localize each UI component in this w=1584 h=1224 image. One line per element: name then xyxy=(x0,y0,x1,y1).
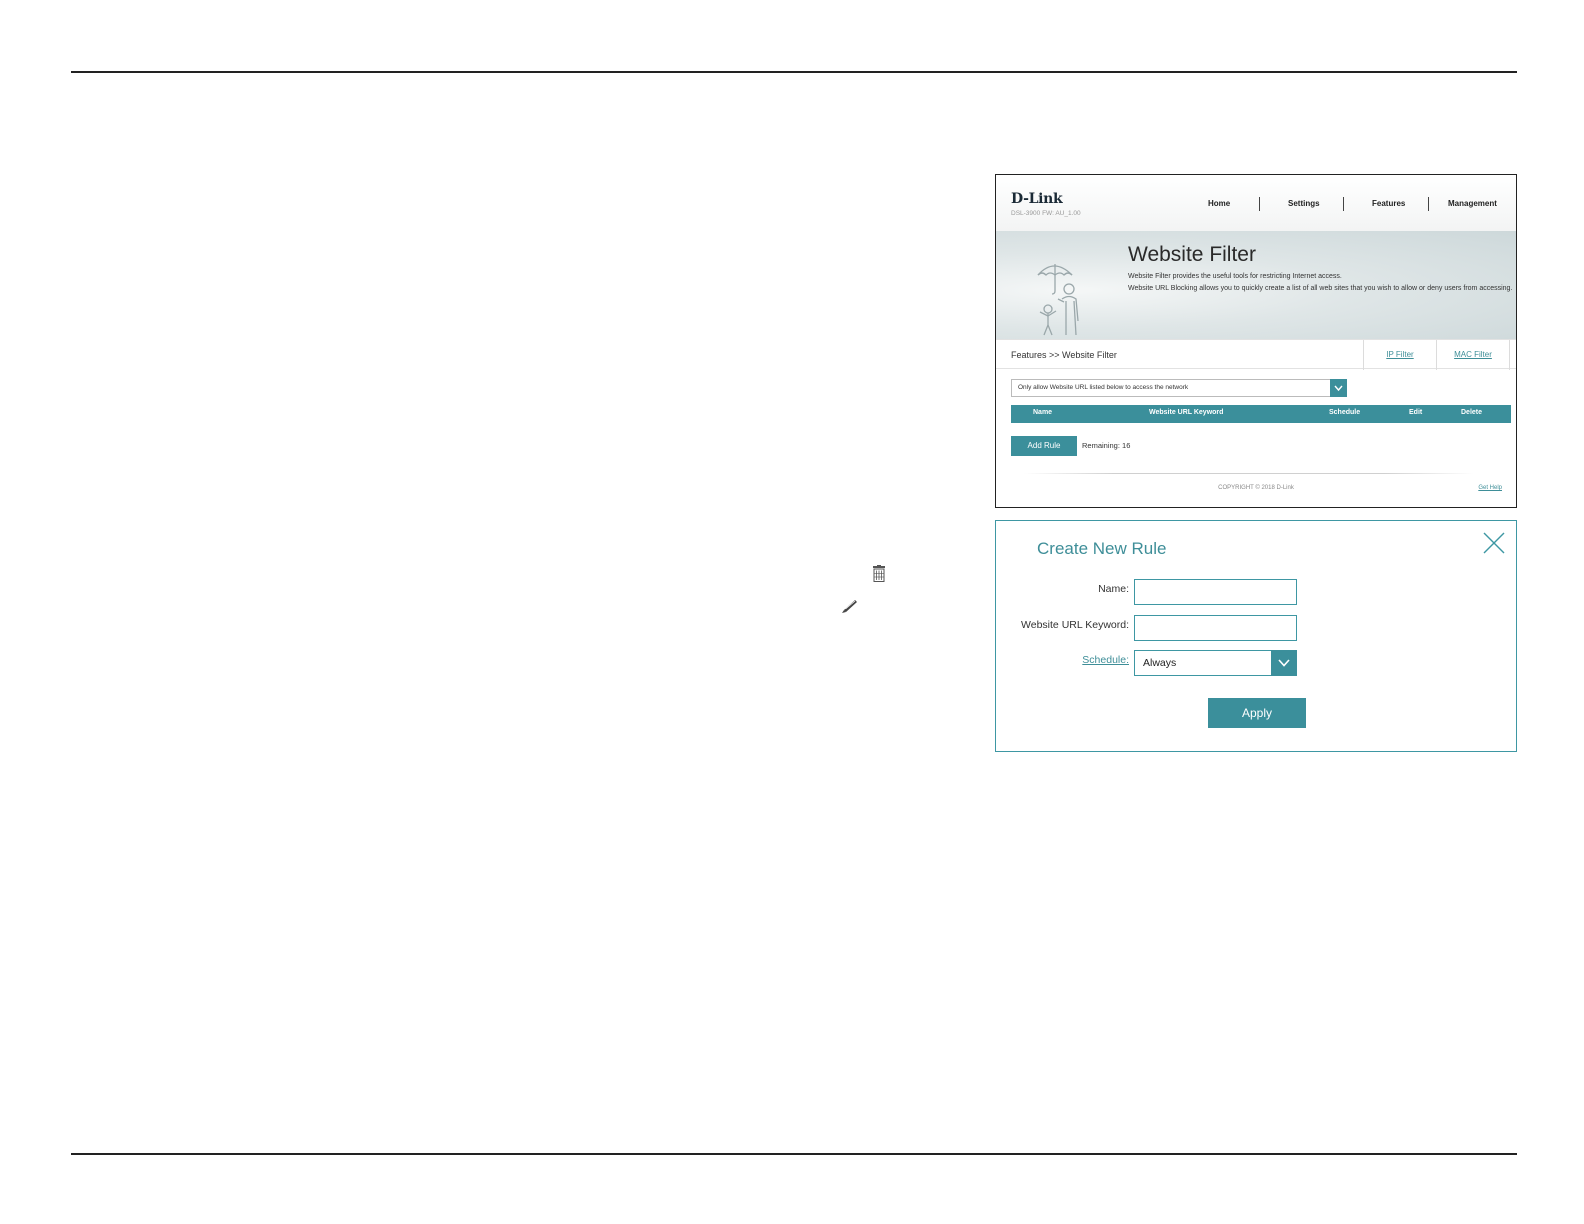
keyword-label: Website URL Keyword: xyxy=(1021,619,1129,631)
chevron-down-icon[interactable] xyxy=(1330,379,1347,397)
column-header-delete: Delete xyxy=(1461,409,1483,416)
add-rule-button[interactable]: Add Rule xyxy=(1011,436,1077,456)
bottom-rule xyxy=(71,1153,1517,1155)
description-line: Website Filter provides the useful tools… xyxy=(1128,273,1342,280)
copyright-text: COPYRIGHT © 2018 D-Link xyxy=(1218,485,1294,491)
chevron-down-icon[interactable] xyxy=(1271,650,1297,676)
tab-mac-filter[interactable]: MAC Filter xyxy=(1436,340,1510,370)
column-header-name: Name xyxy=(1033,409,1053,416)
filter-mode-select[interactable]: Only allow Website URL listed below to a… xyxy=(1011,379,1347,397)
column-header-schedule: Schedule xyxy=(1329,409,1361,416)
close-icon[interactable] xyxy=(1482,531,1506,555)
breadcrumb-bar: Features >> Website Filter IP Filter MAC… xyxy=(996,339,1516,370)
name-input[interactable] xyxy=(1134,579,1297,605)
pencil-icon xyxy=(842,600,857,613)
page-description: Website Filter provides the useful tools… xyxy=(1128,271,1513,294)
nav-separator xyxy=(1428,197,1429,211)
create-rule-dialog: Create New Rule Name: Website URL Keywor… xyxy=(995,520,1517,752)
tab-ip-filter[interactable]: IP Filter xyxy=(1363,340,1436,370)
breadcrumb: Features >> Website Filter xyxy=(1011,350,1117,360)
keyword-input[interactable] xyxy=(1134,615,1297,641)
umbrella-family-illustration xyxy=(1037,264,1079,336)
schedule-select[interactable]: Always xyxy=(1134,650,1297,676)
description-line: Website URL Blocking allows you to quick… xyxy=(1128,284,1513,292)
page-title: Website Filter xyxy=(1128,243,1256,266)
column-header-keyword: Website URL Keyword xyxy=(1149,409,1224,416)
top-rule xyxy=(71,71,1517,73)
model-firmware: DSL-3900 FW: AU_1.00 xyxy=(1011,210,1081,217)
app-header: D-Link DSL-3900 FW: AU_1.00 Home Setting… xyxy=(996,175,1516,231)
nav-management[interactable]: Management xyxy=(1448,199,1497,208)
website-filter-screenshot: D-Link DSL-3900 FW: AU_1.00 Home Setting… xyxy=(995,174,1517,508)
dialog-title: Create New Rule xyxy=(1037,539,1167,558)
dlink-logo: D-Link xyxy=(1011,191,1063,207)
nav-features[interactable]: Features xyxy=(1372,199,1405,208)
hero-banner: Website Filter Website Filter provides t… xyxy=(996,231,1516,339)
rules-table-header: Name Website URL Keyword Schedule Edit D… xyxy=(1011,405,1511,423)
name-label: Name: xyxy=(1098,583,1129,595)
schedule-value: Always xyxy=(1143,657,1177,669)
nav-settings[interactable]: Settings xyxy=(1288,199,1320,208)
nav-home[interactable]: Home xyxy=(1208,199,1230,208)
apply-button[interactable]: Apply xyxy=(1208,698,1306,728)
filter-mode-value: Only allow Website URL listed below to a… xyxy=(1018,384,1189,391)
nav-separator xyxy=(1259,197,1260,211)
get-help-link[interactable]: Get Help xyxy=(1478,485,1502,491)
trash-icon xyxy=(873,565,885,582)
footer-divider xyxy=(1024,473,1474,474)
schedule-link[interactable]: Schedule: xyxy=(1082,654,1129,666)
remaining-count: Remaining: 16 xyxy=(1082,441,1131,450)
column-header-edit: Edit xyxy=(1409,409,1423,416)
nav-separator xyxy=(1343,197,1344,211)
